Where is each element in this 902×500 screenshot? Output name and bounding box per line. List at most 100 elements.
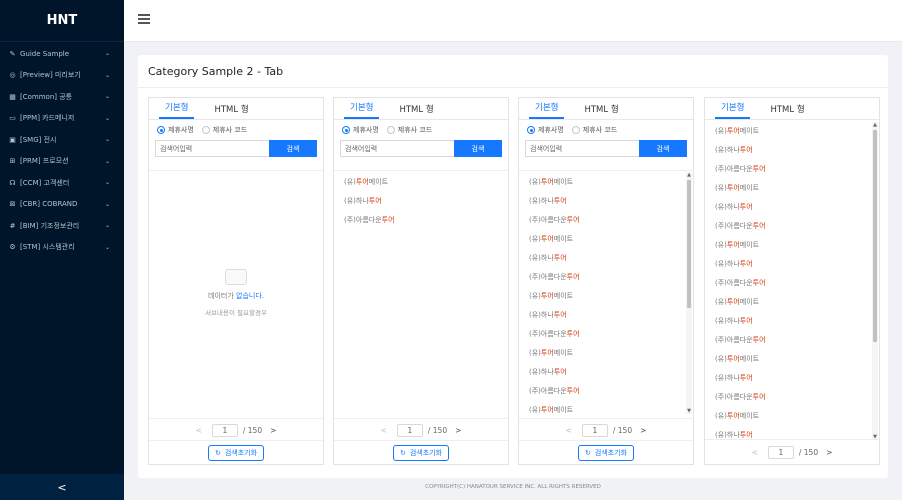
scrollbar-thumb[interactable] [687,180,691,308]
search-button[interactable]: 검색 [639,140,687,157]
tab-basic[interactable]: 기본형 [715,101,751,119]
list-item[interactable]: (유)하나 투어 [705,368,879,387]
item-prefix: (유)하나 [529,310,554,319]
item-highlight: 투어 [739,373,753,382]
item-prefix: (주)아름다운 [529,386,567,395]
sidebar-item[interactable]: ▦ [Common] 공통 ⌄ [0,86,124,108]
radio-partner-name[interactable] [527,126,535,134]
list-item[interactable]: (유) 투어 메이트 [519,172,693,191]
radio-partner-name[interactable] [157,126,165,134]
chevron-down-icon: ⌄ [104,71,110,79]
scrollbar-thumb[interactable] [873,130,877,342]
list-item[interactable]: (유) 투어 메이트 [705,235,879,254]
list-item[interactable]: (유)하나 투어 [705,197,879,216]
reset-search-button[interactable]: ↻ 검색초기화 [207,444,265,461]
next-page-icon[interactable]: > [826,448,832,457]
sidebar-item[interactable]: # [BIM] 기조정보관리 ⌄ [0,215,124,237]
list-item[interactable]: (유) 투어 메이트 [705,292,879,311]
list-item[interactable]: (주)아름다운 투어 [705,273,879,292]
tab-basic[interactable]: 기본형 [344,101,380,119]
list-item[interactable]: (주)아름다운 투어 [519,210,693,229]
reset-search-button[interactable]: ↻ 검색초기화 [392,444,450,461]
list-item[interactable]: (주)아름다운 투어 [519,324,693,343]
list-item[interactable]: (유) 투어 메이트 [705,349,879,368]
panel-tabs: 기본형 HTML 형 [519,98,693,120]
page-input[interactable]: 1 [581,424,608,437]
search-button[interactable]: 검색 [454,140,502,157]
list-item[interactable]: (주)아름다운 투어 [519,267,693,286]
list-item[interactable]: (주)아름다운 투어 [705,216,879,235]
radio-partner-code[interactable] [201,126,210,134]
next-page-icon[interactable]: > [270,426,276,435]
scroll-down-icon[interactable]: ▼ [686,408,692,414]
next-page-icon[interactable]: > [455,426,461,435]
list-item[interactable]: (주)아름다운 투어 [705,387,879,406]
list-item[interactable]: (유)하나 투어 [519,248,693,267]
list-item[interactable]: (유) 투어 메이트 [334,172,508,191]
list-item[interactable]: (유) 투어 메이트 [519,286,693,305]
list-item[interactable]: (유) 투어 메이트 [519,400,693,416]
list-item[interactable]: (유)하나 투어 [705,140,879,159]
page-input[interactable]: 1 [396,424,423,437]
radio-partner-name[interactable] [342,126,350,134]
sidebar-item-label: [SMG] 전시 [20,135,57,144]
list-item[interactable]: (유) 투어 메이트 [705,406,879,425]
sidebar-item[interactable]: ⚙ [STM] 시스템관리 ⌄ [0,237,124,259]
list-item[interactable]: (유) 투어 메이트 [705,178,879,197]
next-page-icon[interactable]: > [640,426,646,435]
menu-toggle-icon[interactable] [138,14,150,26]
scrollbar[interactable]: ▲ ▼ [686,172,692,414]
item-prefix: (유) [529,291,541,300]
tab-basic[interactable]: 기본형 [159,101,195,119]
search-input[interactable]: 검색어입력 [340,140,454,157]
sidebar-item[interactable]: ◎ [Preview] 미리보기 ⌄ [0,65,124,87]
reset-search-button[interactable]: ↻ 검색초기화 [577,444,635,461]
sidebar-item[interactable]: ⊠ [CBR] COBRAND ⌄ [0,194,124,216]
list-item[interactable]: (유)하나 투어 [519,362,693,381]
sidebar-item[interactable]: ▭ [PPM] 카드메니저 ⌄ [0,108,124,130]
sidebar-item[interactable]: ⊞ [PRM] 프로모션 ⌄ [0,151,124,173]
search-input[interactable]: 검색어입력 [155,140,269,157]
collapse-sidebar-button[interactable]: < [0,474,124,500]
page-input[interactable]: 1 [767,445,794,459]
scrollbar[interactable]: ▲ ▼ [872,122,878,440]
prev-page-icon[interactable]: < [196,426,202,435]
search-button[interactable]: 검색 [269,140,317,157]
list-item[interactable]: (주)아름다운 투어 [705,159,879,178]
item-suffix: 메이트 [739,183,760,192]
sidebar-item[interactable]: ☊ [CCM] 고객센터 ⌄ [0,172,124,194]
list-item[interactable]: (주)아름다운 투어 [519,381,693,400]
tab-html[interactable]: HTML 형 [208,103,254,119]
logo[interactable]: HNT [0,0,124,42]
tab-basic[interactable]: 기본형 [529,101,565,119]
list-item[interactable]: (주)아름다운 투어 [334,210,508,229]
prev-page-icon[interactable]: < [752,448,758,457]
grid-icon: ▦ [9,92,16,101]
list-item[interactable]: (유)하나 투어 [705,254,879,273]
page-input[interactable]: 1 [211,424,238,437]
sidebar-item[interactable]: ✎ Guide Sample ⌄ [0,43,124,65]
prev-page-icon[interactable]: < [566,426,572,435]
scroll-up-icon[interactable]: ▲ [686,172,692,178]
list-item[interactable]: (유)하나 투어 [334,191,508,210]
item-prefix: (유)하나 [529,196,554,205]
reset-label: 검색초기화 [409,448,443,457]
list-item[interactable]: (주)아름다운 투어 [705,330,879,349]
tab-html[interactable]: HTML 형 [764,103,810,119]
radio-partner-code[interactable] [386,126,395,134]
search-input[interactable]: 검색어입력 [525,140,639,157]
list-item[interactable]: (유) 투어 메이트 [519,343,693,362]
list-item[interactable]: (유)하나 투어 [519,305,693,324]
scroll-up-icon[interactable]: ▲ [872,122,878,128]
tab-html[interactable]: HTML 형 [578,103,624,119]
list-item[interactable]: (유) 투어 메이트 [519,229,693,248]
list-item[interactable]: (유)하나 투어 [705,311,879,330]
prev-page-icon[interactable]: < [381,426,387,435]
list-item[interactable]: (유) 투어 메이트 [705,121,879,140]
empty-state: 데이터가 없습니다. 서브내용이 필요할경우 [149,269,323,317]
radio-partner-code[interactable] [571,126,580,134]
sidebar-item[interactable]: ▣ [SMG] 전시 ⌄ [0,129,124,151]
tab-html[interactable]: HTML 형 [393,103,439,119]
item-highlight: 투어 [368,196,382,205]
list-item[interactable]: (유)하나 투어 [519,191,693,210]
